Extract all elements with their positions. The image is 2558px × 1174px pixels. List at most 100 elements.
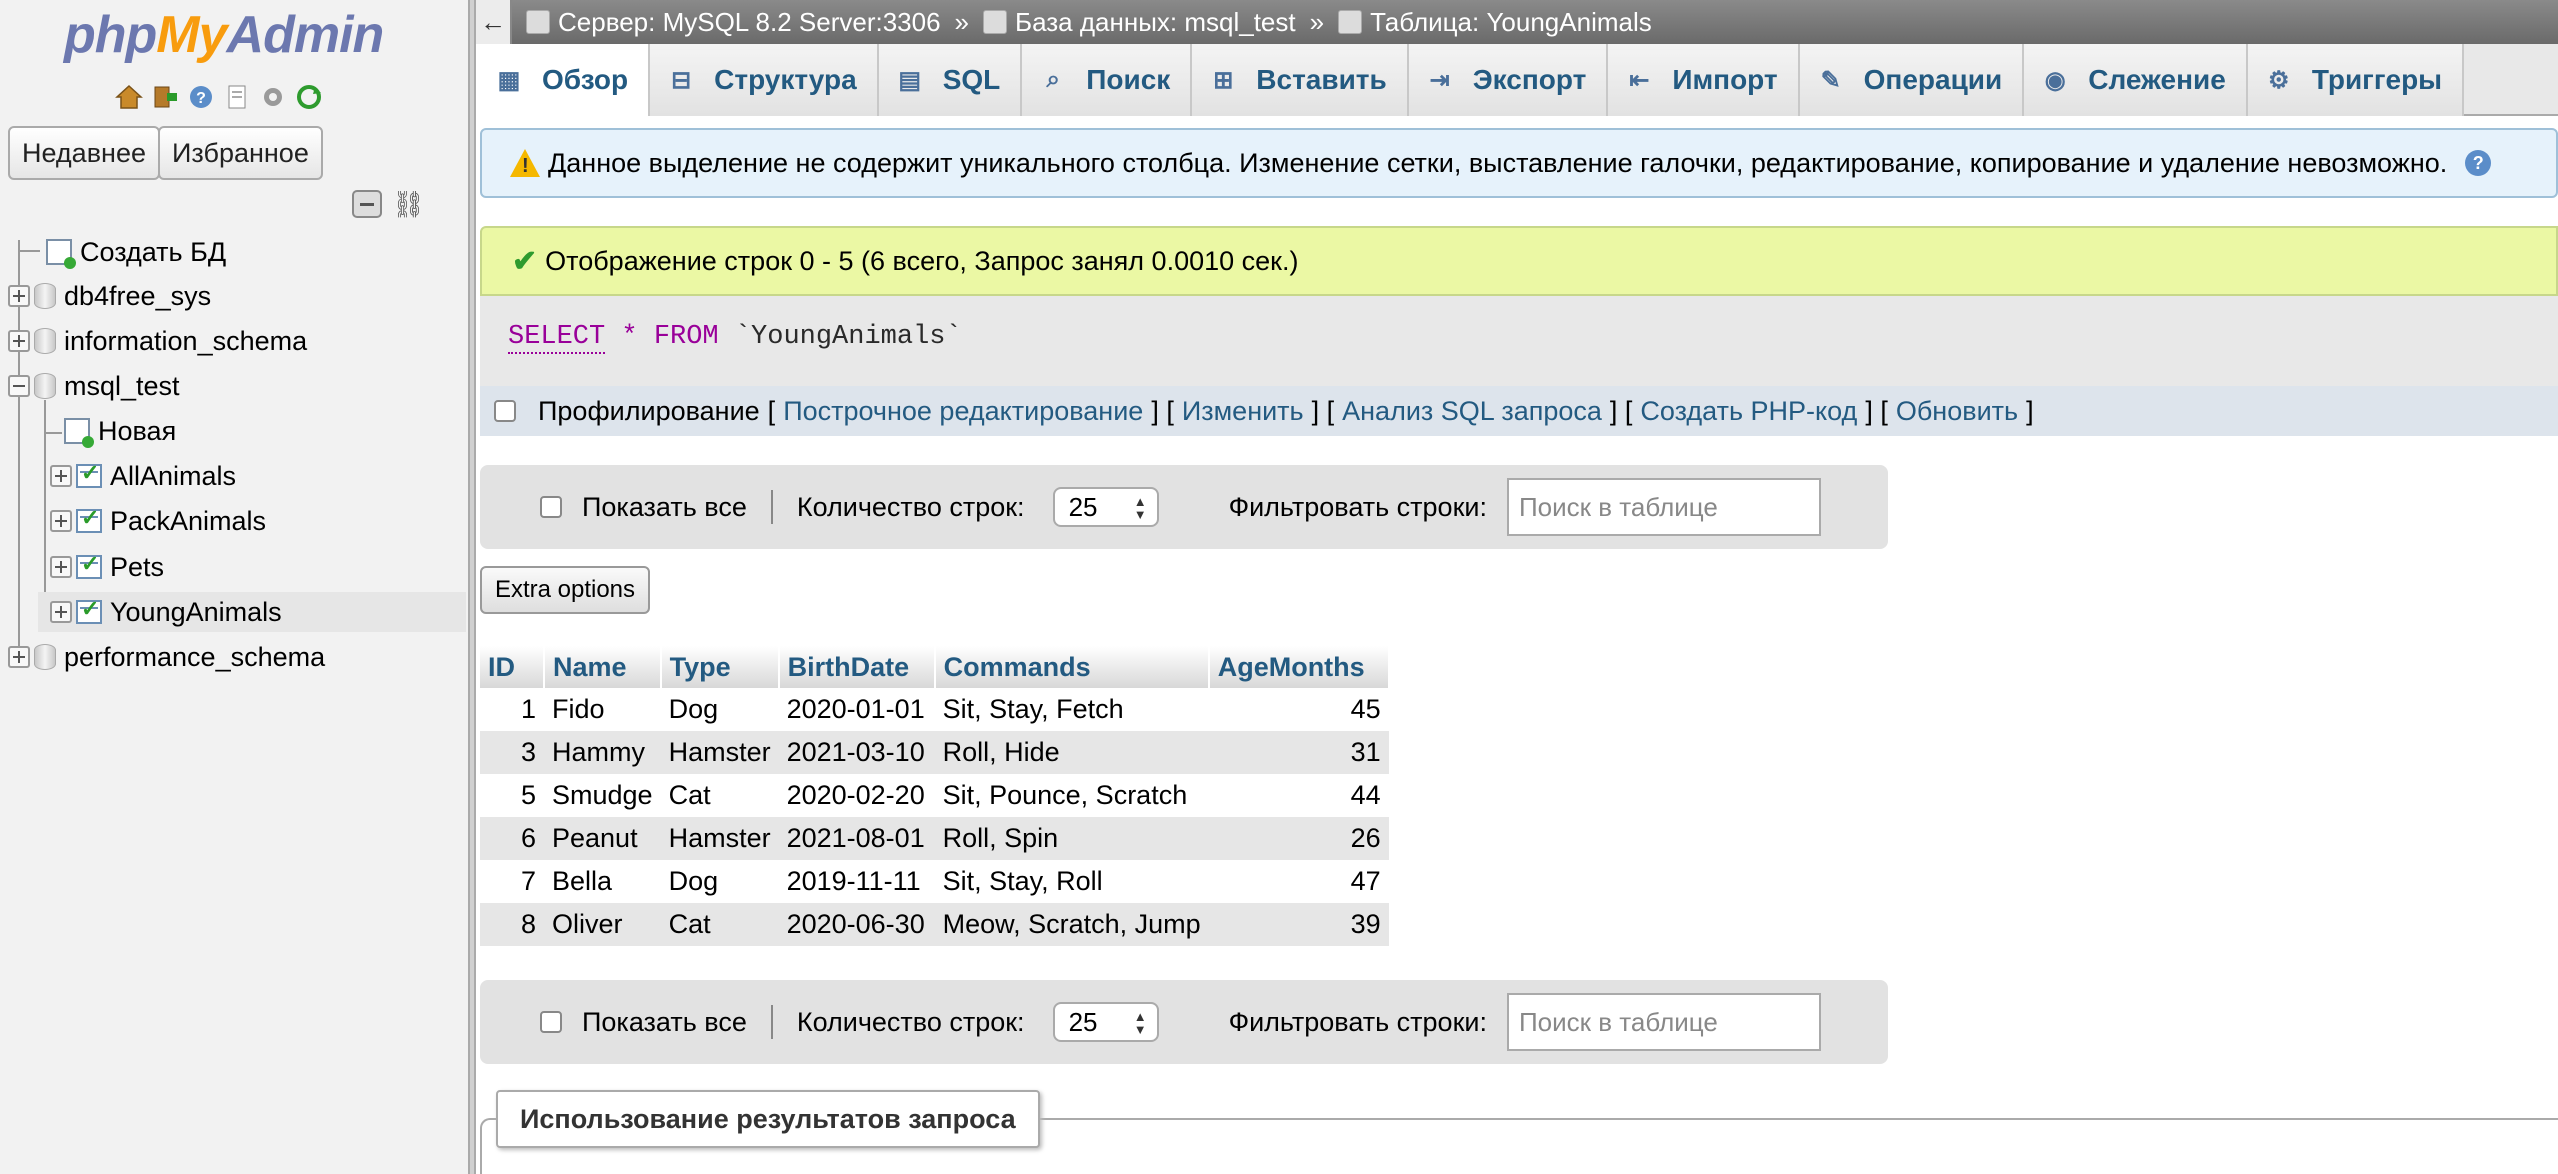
tab-insert[interactable]: ⊞ Вставить	[1192, 44, 1409, 116]
tree-item-new-table[interactable]: Новая	[60, 411, 176, 451]
tab-export[interactable]: ⇥ Экспорт	[1408, 44, 1609, 116]
cell-commands[interactable]: Meow, Scratch, Jump	[934, 903, 1209, 946]
cell-agemonths[interactable]: 45	[1208, 688, 1389, 731]
phpmyadmin-logo[interactable]: phpMyAdmin	[64, 2, 404, 68]
column-header-agemonths[interactable]: AgeMonths	[1208, 646, 1390, 688]
cell-id[interactable]: 5	[480, 774, 544, 817]
tab-structure[interactable]: ⊟ Структура	[650, 44, 879, 116]
cell-commands[interactable]: Roll, Spin	[934, 817, 1209, 860]
tab-sql[interactable]: ▤ SQL	[878, 44, 1023, 116]
tree-item-allanimals[interactable]: AllAnimals	[50, 456, 236, 496]
edit-query-link[interactable]: Изменить	[1182, 396, 1304, 427]
cell-birthdate[interactable]: 2019-11-11	[778, 860, 935, 903]
cell-commands[interactable]: Sit, Stay, Roll	[934, 860, 1209, 903]
collapse-all-button[interactable]	[352, 190, 382, 218]
tab-triggers[interactable]: ⚙ Триггеры	[2247, 44, 2465, 116]
cell-type[interactable]: Cat	[660, 903, 779, 946]
tab-import[interactable]: ⇤ Импорт	[1608, 44, 1800, 116]
help-icon[interactable]: ?	[2465, 150, 2492, 176]
tab-operations[interactable]: ✎ Операции	[1799, 44, 2025, 116]
extra-options-button[interactable]: Extra options	[480, 566, 650, 614]
help-icon[interactable]: ?	[186, 82, 216, 112]
cell-name[interactable]: Bella	[544, 860, 661, 903]
cell-commands[interactable]: Sit, Stay, Fetch	[934, 688, 1209, 731]
filter-rows-input[interactable]: Поиск в таблице	[1506, 478, 1821, 536]
sql-query-box[interactable]: SELECT * FROM `YoungAnimals`	[480, 296, 2558, 386]
back-arrow-icon[interactable]: ←	[476, 0, 512, 44]
breadcrumb-server[interactable]: Сервер: MySQL 8.2 Server:3306	[526, 7, 941, 38]
cell-name[interactable]: Hammy	[544, 731, 661, 774]
tree-item-db4free-sys[interactable]: db4free_sys	[8, 276, 211, 316]
collapse-icon[interactable]	[8, 375, 30, 397]
cell-type[interactable]: Dog	[660, 688, 779, 731]
column-header-commands[interactable]: Commands	[934, 646, 1210, 688]
rows-count-select[interactable]: 25 ▲ ▼	[1052, 487, 1159, 527]
cell-type[interactable]: Hamster	[660, 817, 779, 860]
explain-sql-link[interactable]: Анализ SQL запроса	[1342, 396, 1602, 427]
favorite-tables-button[interactable]: Избранное	[158, 126, 323, 180]
cell-commands[interactable]: Sit, Pounce, Scratch	[934, 774, 1209, 817]
column-header-type[interactable]: Type	[660, 646, 780, 688]
tree-item-performance-schema[interactable]: performance_schema	[8, 637, 325, 677]
link-with-main-panel-icon[interactable]: ⛓	[392, 191, 425, 217]
tree-item-packanimals[interactable]: PackAnimals	[50, 501, 266, 541]
expand-icon[interactable]	[8, 646, 30, 668]
cell-type[interactable]: Cat	[660, 774, 779, 817]
cell-birthdate[interactable]: 2021-08-01	[778, 817, 935, 860]
expand-icon[interactable]	[50, 556, 72, 578]
column-header-id[interactable]: ID	[480, 646, 545, 688]
expand-icon[interactable]	[50, 510, 72, 532]
settings-gear-icon[interactable]	[258, 82, 288, 112]
table-row[interactable]: 6 Peanut Hamster 2021-08-01 Roll, Spin 2…	[480, 817, 1389, 860]
inline-edit-link[interactable]: Построчное редактирование	[783, 396, 1143, 427]
profiling-checkbox[interactable]	[494, 400, 516, 422]
show-all-checkbox[interactable]	[540, 1011, 562, 1033]
cell-id[interactable]: 7	[480, 860, 544, 903]
cell-agemonths[interactable]: 39	[1208, 903, 1389, 946]
cell-type[interactable]: Hamster	[660, 731, 779, 774]
expand-icon[interactable]	[50, 465, 72, 487]
column-header-name[interactable]: Name	[544, 646, 662, 688]
table-row[interactable]: 7 Bella Dog 2019-11-11 Sit, Stay, Roll 4…	[480, 860, 1389, 903]
panel-resize-splitter[interactable]	[468, 0, 476, 1174]
refresh-link[interactable]: Обновить	[1896, 396, 2018, 427]
show-all-label[interactable]: Показать все	[582, 1007, 747, 1038]
sql-keyword-select[interactable]: SELECT	[508, 322, 606, 354]
cell-agemonths[interactable]: 44	[1208, 774, 1389, 817]
tab-browse[interactable]: ▦ Обзор	[478, 44, 651, 116]
show-all-label[interactable]: Показать все	[582, 492, 747, 523]
expand-icon[interactable]	[8, 285, 30, 307]
create-php-code-link[interactable]: Создать PHP-код	[1640, 396, 1857, 427]
cell-agemonths[interactable]: 47	[1208, 860, 1389, 903]
tree-item-create-db[interactable]: Создать БД	[42, 232, 226, 272]
expand-icon[interactable]	[50, 601, 72, 623]
cell-birthdate[interactable]: 2020-02-20	[778, 774, 935, 817]
documentation-icon[interactable]	[222, 82, 252, 112]
cell-birthdate[interactable]: 2020-06-30	[778, 903, 935, 946]
cell-type[interactable]: Dog	[660, 860, 779, 903]
rows-count-select[interactable]: 25 ▲ ▼	[1052, 1002, 1159, 1042]
show-all-checkbox[interactable]	[540, 496, 562, 518]
cell-id[interactable]: 3	[480, 731, 544, 774]
tree-item-information-schema[interactable]: information_schema	[8, 321, 307, 361]
cell-id[interactable]: 1	[480, 688, 544, 731]
tree-item-pets[interactable]: Pets	[50, 547, 164, 587]
column-header-birthdate[interactable]: BirthDate	[778, 646, 936, 688]
tab-tracking[interactable]: ◉ Слежение	[2024, 44, 2248, 116]
home-icon[interactable]	[114, 82, 144, 112]
logout-icon[interactable]	[150, 82, 180, 112]
cell-birthdate[interactable]: 2021-03-10	[778, 731, 935, 774]
cell-agemonths[interactable]: 26	[1208, 817, 1389, 860]
tree-item-younganimals[interactable]: YoungAnimals	[50, 592, 282, 632]
tree-item-msql-test[interactable]: msql_test	[8, 366, 180, 406]
table-row[interactable]: 1 Fido Dog 2020-01-01 Sit, Stay, Fetch 4…	[480, 688, 1389, 731]
table-row[interactable]: 8 Oliver Cat 2020-06-30 Meow, Scratch, J…	[480, 903, 1389, 946]
cell-agemonths[interactable]: 31	[1208, 731, 1389, 774]
breadcrumb-table[interactable]: Таблица: YoungAnimals	[1338, 7, 1652, 38]
table-row[interactable]: 5 Smudge Cat 2020-02-20 Sit, Pounce, Scr…	[480, 774, 1389, 817]
breadcrumb-database[interactable]: База данных: msql_test	[983, 7, 1296, 38]
filter-rows-input[interactable]: Поиск в таблице	[1506, 993, 1821, 1051]
cell-name[interactable]: Oliver	[544, 903, 661, 946]
expand-icon[interactable]	[8, 330, 30, 352]
cell-birthdate[interactable]: 2020-01-01	[778, 688, 935, 731]
